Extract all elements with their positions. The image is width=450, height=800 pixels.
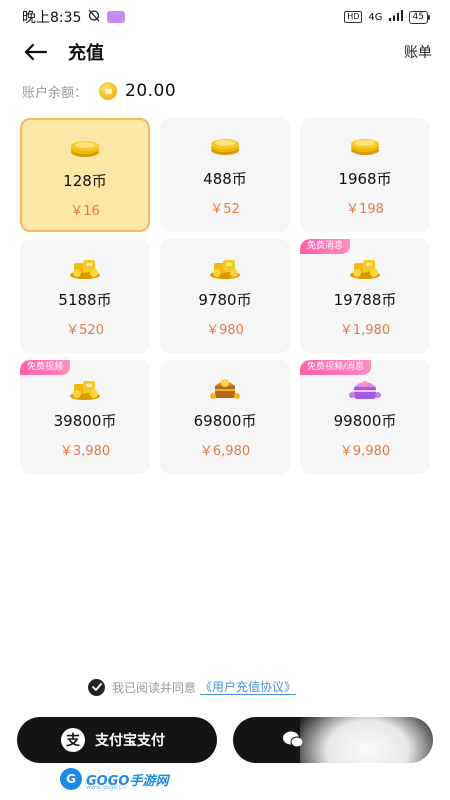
- header: 充值 账单: [0, 34, 450, 70]
- page-title: 充值: [68, 43, 104, 64]
- package-card[interactable]: 1968币 ￥198: [300, 118, 430, 232]
- signal-icon: [388, 10, 403, 24]
- agreement-row: 我已阅读并同意 《用户充值协议》: [88, 677, 297, 697]
- alipay-button[interactable]: 支 支付宝支付: [17, 717, 217, 763]
- gold-pile-icon: [68, 257, 102, 279]
- watermark-logo: G GOGO手游网 www.gogo.cn: [60, 768, 168, 791]
- wechat-icon: [281, 728, 305, 752]
- network-label: 4G: [368, 11, 383, 23]
- package-price: ￥1,980: [339, 323, 391, 338]
- purple-chest-icon: [348, 378, 382, 400]
- coin-stack-icon: [68, 138, 102, 160]
- app-notification-icon: [107, 11, 126, 23]
- free-tag-badge: 免费消息: [300, 239, 351, 254]
- package-card[interactable]: 免费视频 39800币 ￥3,980: [20, 360, 150, 474]
- free-tag-badge: 免费视频: [20, 360, 71, 375]
- alipay-icon: 支: [61, 728, 85, 752]
- package-price: ￥980: [206, 323, 244, 338]
- coin-stack-icon: [208, 136, 242, 158]
- gold-pile-icon: [208, 257, 242, 279]
- account-balance: 账户余额： 20.00: [22, 80, 176, 102]
- coin-stack-icon: [348, 136, 382, 158]
- status-bar: 晚上8:35 HD 4G 45: [0, 0, 450, 34]
- coin-amount: 1968币: [338, 170, 392, 188]
- package-price: ￥198: [346, 202, 384, 217]
- alarm-off-icon: [87, 8, 101, 26]
- package-price: ￥52: [210, 202, 240, 217]
- package-card[interactable]: 69800币 ￥6,980: [160, 360, 290, 474]
- wechat-pay-button[interactable]: [233, 717, 433, 763]
- agreement-text: 我已阅读并同意: [112, 680, 197, 695]
- package-price: ￥16: [70, 204, 100, 219]
- gold-pile-icon: [68, 378, 102, 400]
- treasure-chest-icon: [208, 378, 242, 400]
- package-card[interactable]: 免费消息 19788币 ￥1,980: [300, 239, 430, 353]
- gold-pile-icon: [348, 257, 382, 279]
- arrow-left-icon: [24, 43, 48, 61]
- gogo-logo-icon: G: [60, 768, 82, 790]
- back-button[interactable]: [22, 38, 50, 66]
- check-icon: [91, 683, 102, 691]
- package-grid: 128币 ￥16 488币 ￥52 1968币 ￥198 5188币 ￥520 9780币 ￥98…: [20, 118, 430, 474]
- coin-amount: 99800币: [333, 412, 397, 430]
- coin-amount: 9780币: [198, 291, 252, 309]
- package-price: ￥3,980: [59, 444, 111, 459]
- alipay-label: 支付宝支付: [95, 733, 165, 749]
- watermark-url: www.gogo.cn: [86, 784, 126, 791]
- coin-amount: 5188币: [58, 291, 112, 309]
- coin-amount: 128币: [63, 172, 107, 190]
- recharge-agreement-link[interactable]: 《用户充值协议》: [200, 680, 297, 695]
- package-price: ￥520: [66, 323, 104, 338]
- hd-badge: HD: [344, 11, 363, 23]
- package-card[interactable]: 488币 ￥52: [160, 118, 290, 232]
- agreement-checkbox[interactable]: [88, 678, 105, 696]
- package-card[interactable]: 9780币 ￥980: [160, 239, 290, 353]
- coin-icon: [99, 82, 118, 100]
- coin-amount: 39800币: [53, 412, 117, 430]
- coin-amount: 69800币: [193, 412, 257, 430]
- balance-value: 20.00: [125, 81, 177, 101]
- status-time: 晚上8:35: [22, 10, 82, 26]
- package-card[interactable]: 128币 ￥16: [20, 118, 150, 232]
- bill-link[interactable]: 账单: [404, 42, 432, 62]
- package-price: ￥9,980: [339, 444, 391, 459]
- package-card[interactable]: 免费视频/消息 99800币 ￥9,980: [300, 360, 430, 474]
- coin-amount: 19788币: [333, 291, 397, 309]
- package-card[interactable]: 5188币 ￥520: [20, 239, 150, 353]
- battery-icon: 45: [408, 10, 431, 24]
- package-price: ￥6,980: [199, 444, 251, 459]
- balance-label: 账户余额：: [22, 85, 88, 101]
- coin-amount: 488币: [203, 170, 247, 188]
- free-tag-badge: 免费视频/消息: [300, 360, 372, 375]
